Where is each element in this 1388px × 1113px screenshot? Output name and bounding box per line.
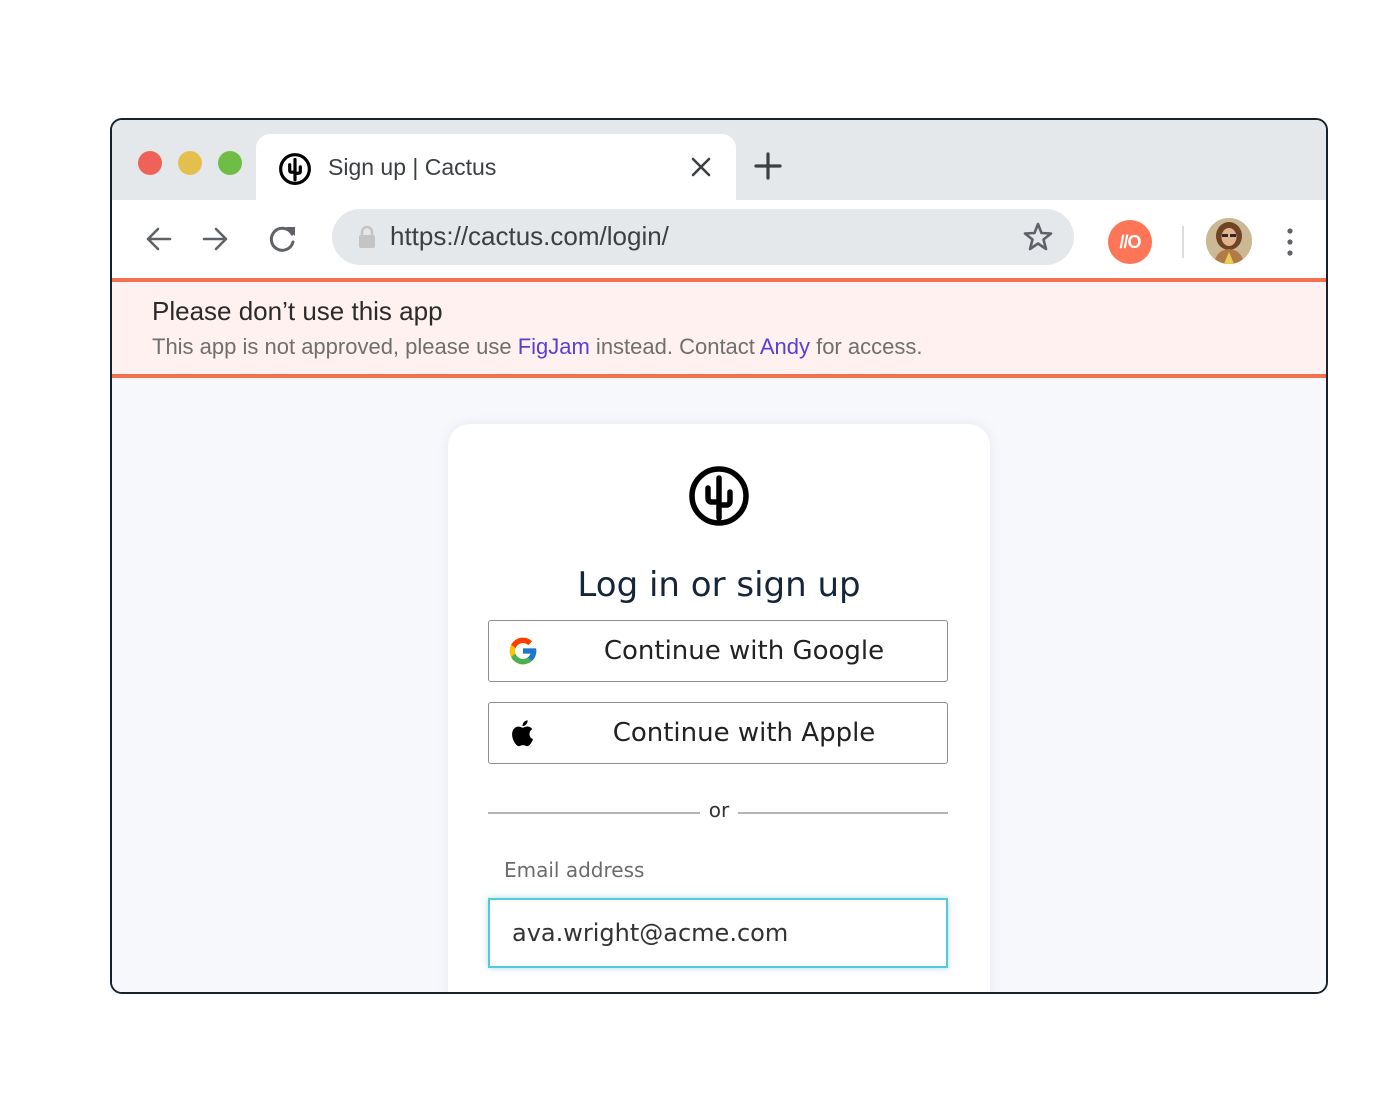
- banner-title: Please don’t use this app: [152, 296, 443, 326]
- avatar-image: [1206, 218, 1252, 264]
- user-avatar[interactable]: [1206, 218, 1252, 264]
- tab-title: Sign up | Cactus: [328, 154, 497, 180]
- window-close-button[interactable]: [138, 151, 162, 175]
- cactus-logo-icon: [279, 153, 311, 185]
- star-icon[interactable]: [1022, 221, 1054, 253]
- andy-link[interactable]: Andy: [760, 334, 810, 359]
- apple-button-label: Continue with Apple: [612, 718, 876, 748]
- window-minimize-button[interactable]: [178, 151, 202, 175]
- arrow-left-icon[interactable]: [142, 222, 176, 256]
- tab-strip: Sign up | Cactus: [112, 120, 1326, 200]
- divider-text: or: [708, 798, 730, 822]
- google-button-label: Continue with Google: [603, 636, 885, 666]
- email-field[interactable]: [488, 898, 948, 968]
- extension-badge-label: //O: [1119, 231, 1141, 252]
- banner-message: This app is not approved, please use Fig…: [152, 334, 922, 360]
- window-maximize-button[interactable]: [218, 151, 242, 175]
- browser-window: Sign up | Cactus https://cactus.com/logi…: [110, 118, 1328, 994]
- or-divider: or: [488, 798, 948, 828]
- page-title: Log in or sign up: [577, 564, 861, 605]
- continue-with-apple-button[interactable]: Continue with Apple: [488, 702, 948, 764]
- page-content: Log in or sign up Continue with Google C…: [112, 378, 1326, 992]
- continue-with-google-button[interactable]: Continue with Google: [488, 620, 948, 682]
- login-card: Log in or sign up Continue with Google C…: [448, 424, 990, 992]
- kebab-menu-icon[interactable]: [1280, 224, 1300, 260]
- banner-text: for access.: [809, 334, 923, 359]
- browser-toolbar: //O: [112, 200, 1326, 278]
- url-input[interactable]: [390, 221, 990, 252]
- tab-sign-up[interactable]: Sign up | Cactus: [256, 134, 736, 200]
- toolbar-divider: [1182, 226, 1184, 258]
- lock-icon: [359, 225, 375, 248]
- plus-icon[interactable]: [752, 150, 784, 182]
- reload-icon[interactable]: [266, 222, 300, 256]
- email-label: Email address: [504, 858, 645, 882]
- divider-line: [738, 812, 948, 814]
- banner-text: instead. Contact: [589, 334, 760, 359]
- close-icon[interactable]: [688, 154, 714, 180]
- extension-button[interactable]: //O: [1108, 220, 1152, 264]
- figjam-link[interactable]: FigJam: [518, 334, 590, 359]
- warning-banner: Please don’t use this app This app is no…: [112, 278, 1326, 378]
- banner-text: This app is not approved, please use: [152, 334, 518, 359]
- cactus-logo-icon: [689, 466, 749, 526]
- address-bar[interactable]: [332, 209, 1074, 265]
- arrow-right-icon[interactable]: [198, 222, 232, 256]
- divider-line: [488, 812, 700, 814]
